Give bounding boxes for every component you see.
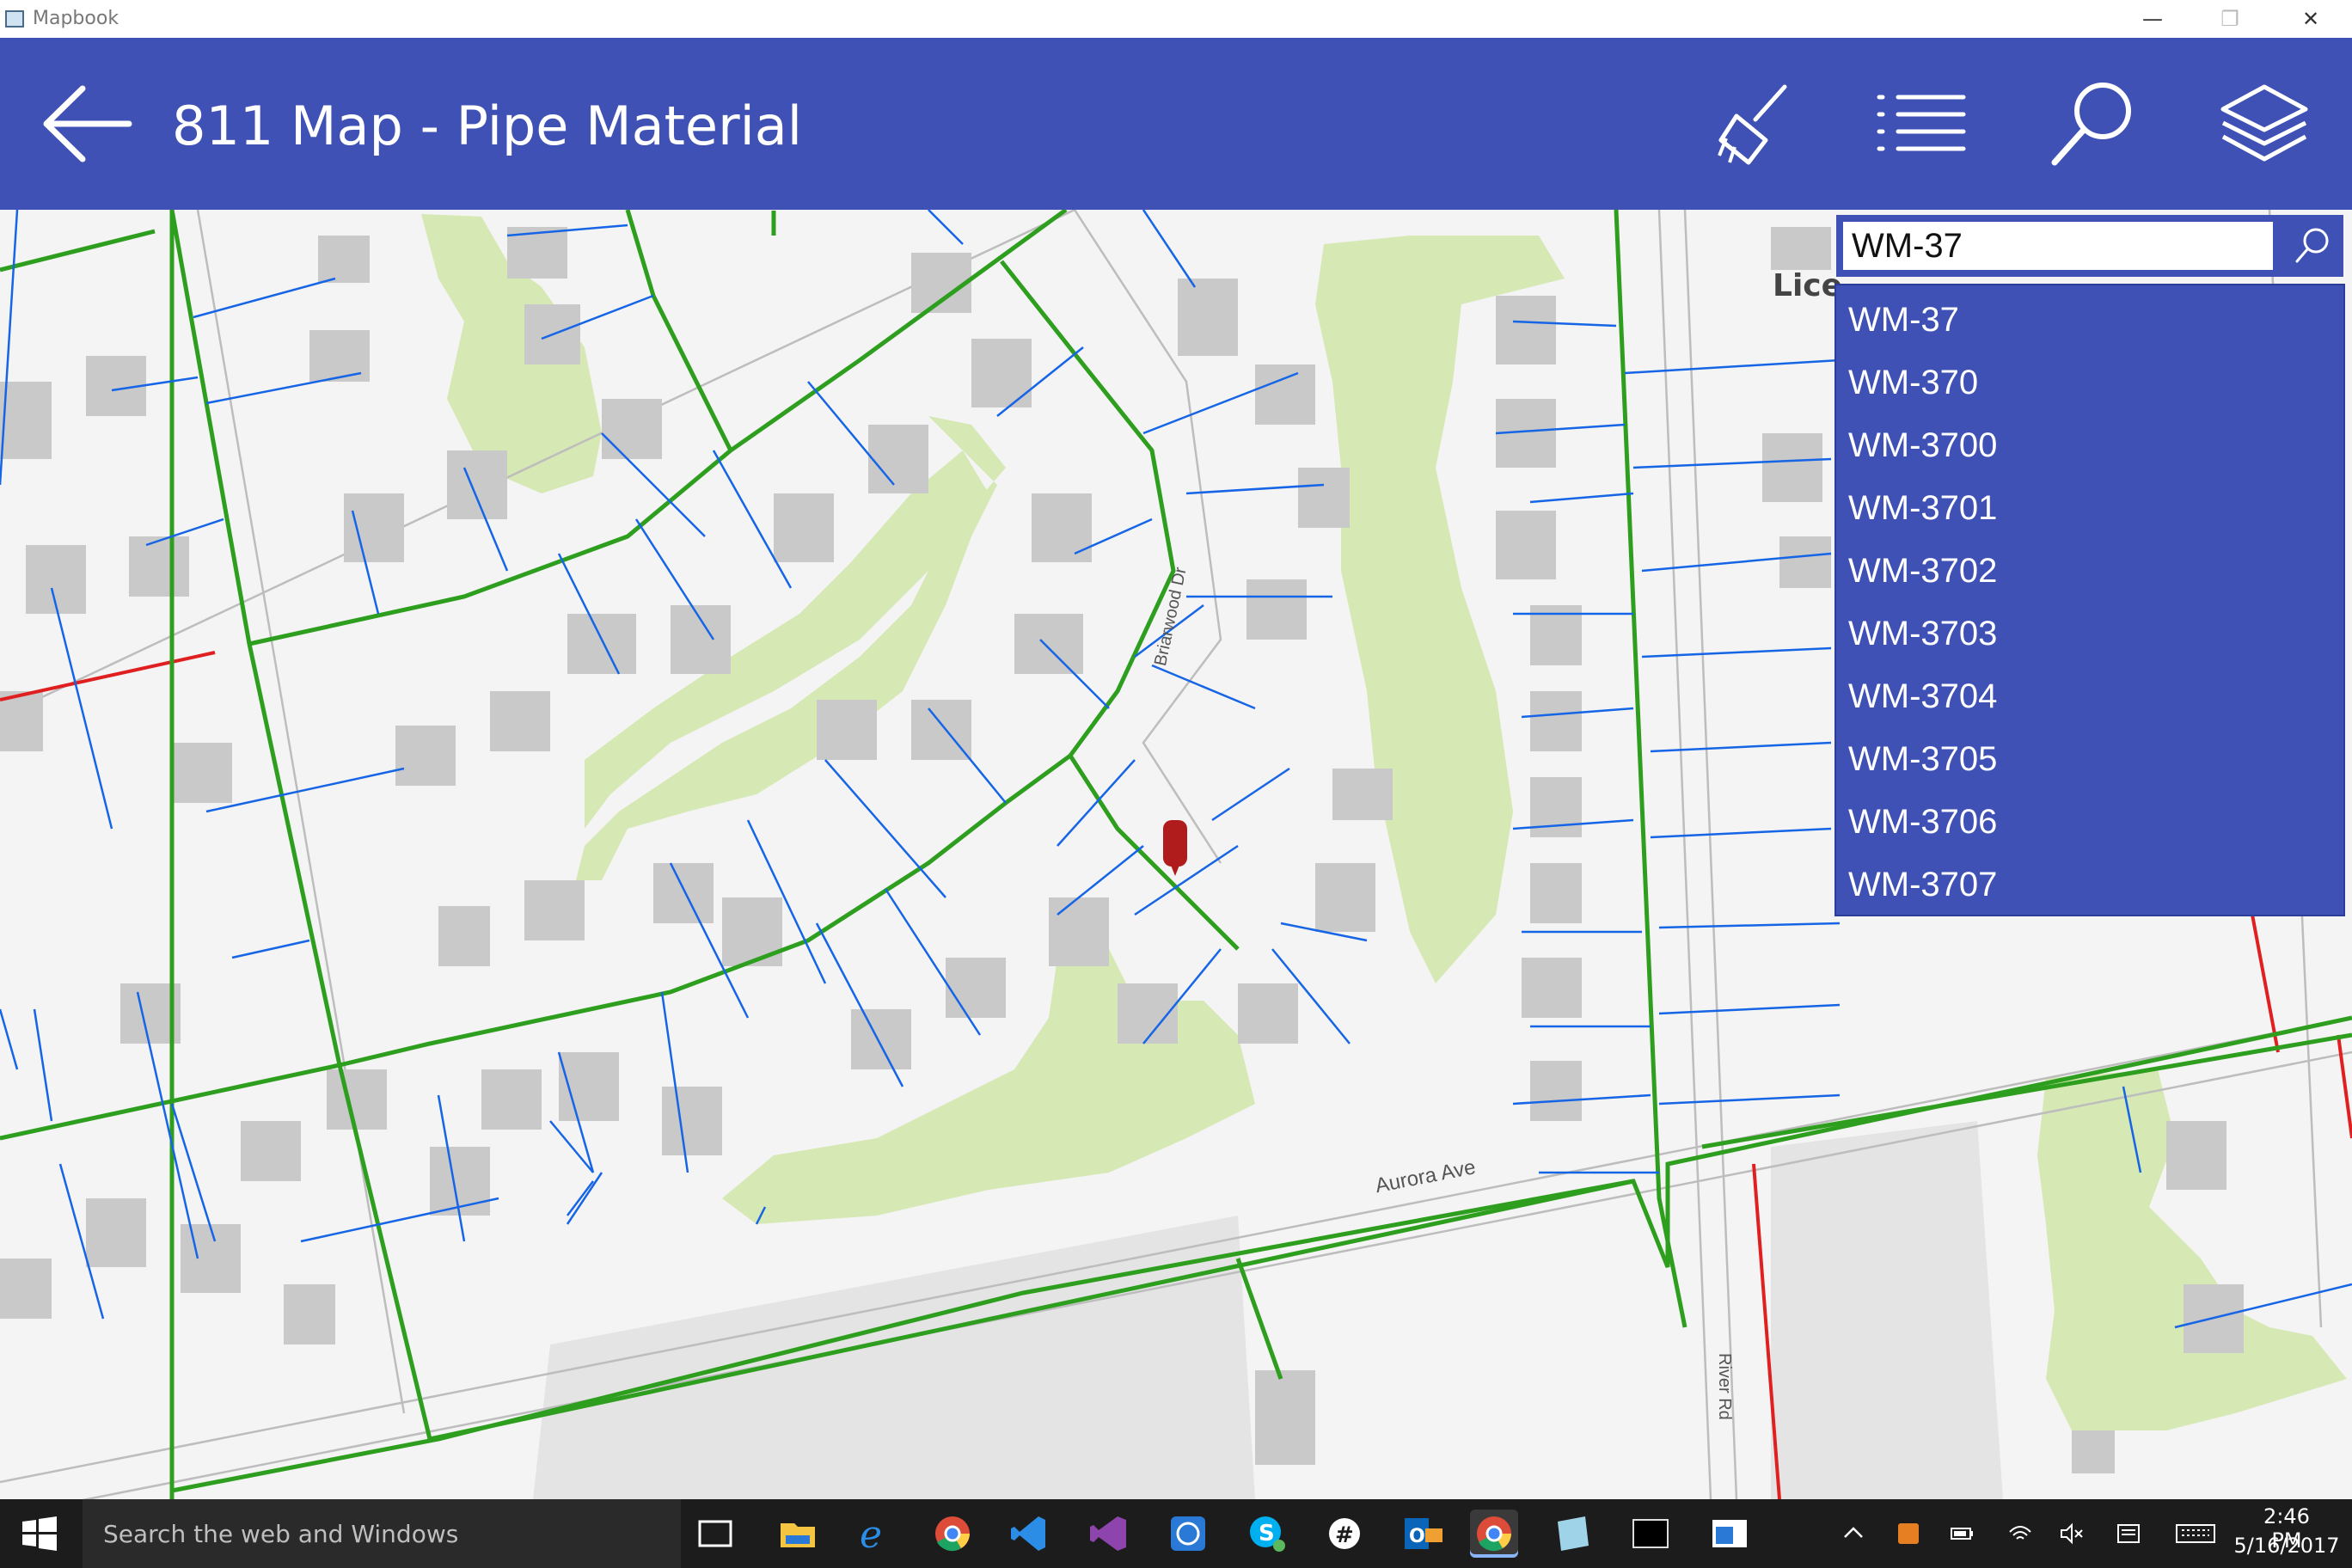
minimize-button[interactable]: — xyxy=(2111,0,2194,38)
terminal-icon[interactable] xyxy=(1626,1510,1675,1558)
app-window-icon[interactable] xyxy=(1706,1510,1754,1558)
broom-icon xyxy=(1718,84,1787,165)
outlook-icon[interactable]: O xyxy=(1400,1510,1448,1558)
legend-button[interactable] xyxy=(1871,77,1974,171)
suggestion-item[interactable]: WM-3704 xyxy=(1848,677,1997,716)
suggestion-item[interactable]: WM-370 xyxy=(1848,364,1978,402)
taskbar: Search the web and Windows e S # O 2:46 … xyxy=(0,1499,2352,1568)
suggestion-item[interactable]: WM-3705 xyxy=(1848,740,1997,779)
suggestion-item[interactable]: WM-3701 xyxy=(1848,489,1997,528)
chevron-up-icon[interactable] xyxy=(1840,1520,1867,1547)
suggestion-item[interactable]: WM-37 xyxy=(1848,301,1959,340)
app-notes-icon[interactable] xyxy=(1549,1510,1597,1558)
suggestion-item[interactable]: WM-3706 xyxy=(1848,803,1997,842)
visual-studio-icon[interactable] xyxy=(1085,1510,1133,1558)
clock-date[interactable]: 5/16/2017 xyxy=(2232,1534,2342,1558)
maximize-button[interactable]: ❐ xyxy=(2189,0,2271,38)
search-icon xyxy=(2051,83,2131,166)
street-label-river-rd: River Rd xyxy=(1715,1353,1734,1420)
svg-text:O: O xyxy=(1409,1526,1425,1547)
svg-text:#: # xyxy=(1335,1522,1354,1548)
notifications-icon[interactable] xyxy=(2115,1520,2142,1547)
taskbar-search[interactable]: Search the web and Windows xyxy=(83,1499,681,1568)
svg-text:S: S xyxy=(1259,1521,1275,1547)
search-button[interactable] xyxy=(2043,77,2146,171)
keyboard-icon[interactable] xyxy=(2175,1520,2216,1547)
search-bar xyxy=(1836,215,2343,277)
suggestion-item[interactable]: WM-3707 xyxy=(1848,866,1997,904)
close-button[interactable]: ✕ xyxy=(2269,0,2352,38)
file-explorer-icon[interactable] xyxy=(774,1510,822,1558)
search-submit-button[interactable] xyxy=(2287,220,2338,272)
app-header: 811 Map - Pipe Material xyxy=(0,38,2352,210)
chrome-active-icon[interactable] xyxy=(1470,1510,1518,1558)
page-title: 811 Map - Pipe Material xyxy=(172,95,803,157)
edge-icon[interactable]: e xyxy=(849,1510,897,1558)
app-icon xyxy=(5,10,24,28)
vscode-icon[interactable] xyxy=(1006,1510,1054,1558)
list-icon xyxy=(1877,95,1966,151)
search-suggestions: WM-37 WM-370 WM-3700 WM-3701 WM-3702 WM-… xyxy=(1834,284,2345,916)
street-label-aurora-ave: Aurora Ave xyxy=(1373,1155,1477,1197)
back-button[interactable] xyxy=(34,77,138,171)
layers-icon xyxy=(2220,84,2308,162)
volume-muted-icon[interactable] xyxy=(2058,1520,2086,1547)
start-button[interactable] xyxy=(19,1515,60,1553)
street-label-briarwood-dr: Briarwood Dr xyxy=(1151,566,1191,668)
suggestion-item[interactable]: WM-3700 xyxy=(1848,426,1997,465)
wifi-icon[interactable] xyxy=(2006,1520,2034,1547)
slack-icon[interactable]: # xyxy=(1320,1510,1369,1558)
chrome-icon[interactable] xyxy=(928,1510,977,1558)
battery-icon[interactable] xyxy=(1948,1520,1975,1547)
app-globe-icon[interactable] xyxy=(1164,1510,1212,1558)
back-arrow-icon xyxy=(43,85,132,162)
map-label-partial: Lice xyxy=(1773,268,1843,303)
location-pin-icon[interactable] xyxy=(1163,820,1187,876)
search-input[interactable] xyxy=(1843,222,2273,270)
taskbar-search-placeholder: Search the web and Windows xyxy=(103,1520,459,1548)
layers-button[interactable] xyxy=(2213,77,2316,171)
search-icon xyxy=(2295,228,2329,263)
windows-logo-icon xyxy=(22,1516,57,1551)
clear-button[interactable] xyxy=(1702,77,1805,171)
suggestion-item[interactable]: WM-3703 xyxy=(1848,615,1997,653)
svg-text:e: e xyxy=(860,1513,882,1557)
window-title: Mapbook xyxy=(33,8,119,29)
skype-icon[interactable]: S xyxy=(1243,1510,1291,1558)
window-titlebar: Mapbook — ❐ ✕ xyxy=(0,0,2352,38)
suggestion-item[interactable]: WM-3702 xyxy=(1848,552,1997,591)
task-view-icon[interactable] xyxy=(691,1510,739,1558)
java-icon[interactable] xyxy=(1895,1520,1922,1547)
